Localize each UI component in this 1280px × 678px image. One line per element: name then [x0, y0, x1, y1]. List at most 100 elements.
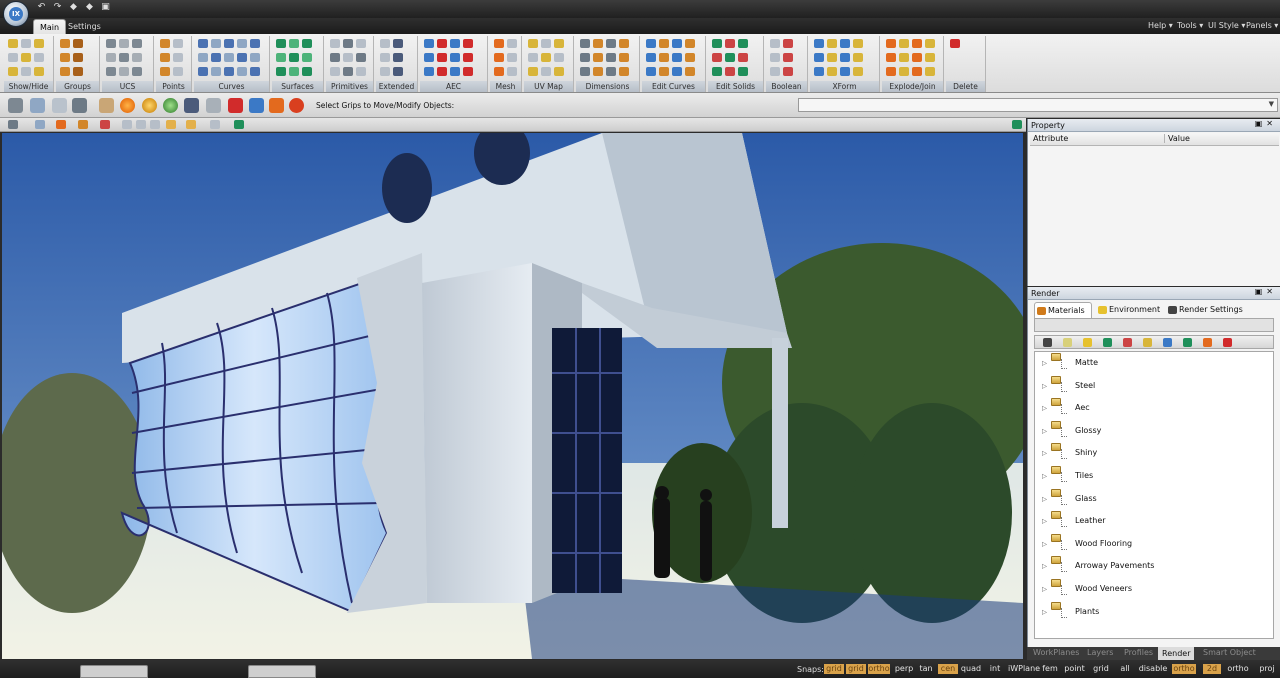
ribbon-tool-icon[interactable]	[356, 67, 366, 76]
viewport-tool-icon[interactable]	[186, 120, 196, 129]
ribbon-tool-icon[interactable]	[507, 53, 517, 62]
snap-toggle-proj[interactable]: proj	[1258, 664, 1276, 674]
panels-menu[interactable]: Panels ▾	[1246, 21, 1278, 30]
material-tool-icon[interactable]	[1223, 338, 1232, 347]
ribbon-tool-icon[interactable]	[132, 53, 142, 62]
ribbon-tool-icon[interactable]	[73, 67, 83, 76]
snap-toggle-grid[interactable]: grid	[824, 664, 844, 674]
app-menu-button[interactable]: IX	[3, 1, 29, 27]
ribbon-tool-icon[interactable]	[925, 39, 935, 48]
material-tool-icon[interactable]	[1083, 338, 1092, 347]
ribbon-tool-icon[interactable]	[173, 53, 183, 62]
ribbon-tool-icon[interactable]	[160, 67, 170, 76]
expand-icon[interactable]: ▷	[1042, 585, 1047, 593]
ribbon-tool-icon[interactable]	[224, 39, 234, 48]
material-folder-item[interactable]: ▷ Plants	[1035, 601, 1273, 621]
material-folder-item[interactable]: ▷ Aec	[1035, 398, 1273, 417]
ribbon-tool-icon[interactable]	[659, 67, 669, 76]
ribbon-tool-icon[interactable]	[886, 53, 896, 62]
ribbon-tool-icon[interactable]	[712, 67, 722, 76]
ribbon-tool-icon[interactable]	[659, 39, 669, 48]
material-tool-icon[interactable]	[1123, 338, 1132, 347]
ribbon-tool-icon[interactable]	[237, 67, 247, 76]
ui-style-menu[interactable]: UI Style ▾	[1208, 21, 1245, 30]
ribbon-tool-icon[interactable]	[463, 39, 473, 48]
material-folder-item[interactable]: ▷ Wood Veneers	[1035, 579, 1273, 598]
expand-icon[interactable]: ▷	[1042, 359, 1047, 367]
ribbon-tool-icon[interactable]	[886, 67, 896, 76]
magnet-icon[interactable]	[289, 98, 304, 113]
ribbon-tool-icon[interactable]	[8, 53, 18, 62]
ribbon-tool-icon[interactable]	[541, 39, 551, 48]
ribbon-tool-icon[interactable]	[132, 39, 142, 48]
ribbon-tool-icon[interactable]	[853, 67, 863, 76]
ribbon-tool-icon[interactable]	[424, 53, 434, 62]
ribbon-tool-icon[interactable]	[73, 53, 83, 62]
ribbon-tool-icon[interactable]	[541, 67, 551, 76]
ribbon-tool-icon[interactable]	[659, 53, 669, 62]
ribbon-tool-icon[interactable]	[886, 39, 896, 48]
ribbon-tool-icon[interactable]	[463, 67, 473, 76]
ribbon-tool-icon[interactable]	[356, 53, 366, 62]
bucket-icon[interactable]	[228, 98, 243, 113]
ribbon-tool-icon[interactable]	[60, 53, 70, 62]
expand-icon[interactable]: ▷	[1042, 608, 1047, 616]
ribbon-tool-icon[interactable]	[925, 67, 935, 76]
material-tool-icon[interactable]	[1203, 338, 1212, 347]
ribbon-tool-icon[interactable]	[437, 53, 447, 62]
grips-icon[interactable]	[72, 98, 87, 113]
ribbon-tool-icon[interactable]	[827, 39, 837, 48]
ribbon-tool-icon[interactable]	[827, 53, 837, 62]
ribbon-tool-icon[interactable]	[912, 39, 922, 48]
tab-render-settings[interactable]: Render Settings	[1166, 302, 1256, 318]
material-folder-item[interactable]: ▷ Glossy	[1035, 420, 1273, 440]
ribbon-tool-icon[interactable]	[738, 39, 748, 48]
expand-icon[interactable]: ▷	[1042, 472, 1047, 480]
ribbon-tool-icon[interactable]	[580, 67, 590, 76]
ribbon-tool-icon[interactable]	[21, 39, 31, 48]
snap-toggle-int[interactable]: int	[985, 664, 1005, 674]
snap-toggle-ortho[interactable]: ortho	[1172, 664, 1196, 674]
ribbon-tool-icon[interactable]	[173, 39, 183, 48]
ribbon-tool-icon[interactable]	[950, 39, 960, 48]
viewport-tab[interactable]	[248, 665, 316, 678]
ribbon-tool-icon[interactable]	[450, 53, 460, 62]
ribbon-tool-icon[interactable]	[211, 39, 221, 48]
material-folder-item[interactable]: ▷ Arroway Pavements	[1035, 556, 1273, 575]
redo-icon[interactable]: ↷	[52, 2, 63, 12]
ribbon-tool-icon[interactable]	[250, 53, 260, 62]
ribbon-tool-icon[interactable]	[237, 53, 247, 62]
chevron-down-icon[interactable]: ▼	[1269, 100, 1274, 108]
tab-smart-object[interactable]: Smart Object	[1203, 648, 1256, 657]
ribbon-tool-icon[interactable]	[770, 39, 780, 48]
snap-toggle-point[interactable]: point	[1062, 664, 1087, 674]
ribbon-tool-icon[interactable]	[827, 67, 837, 76]
snap-toggle-cen[interactable]: cen	[938, 664, 958, 674]
ribbon-tool-icon[interactable]	[276, 39, 286, 48]
ribbon-tool-icon[interactable]	[437, 67, 447, 76]
ribbon-tool-icon[interactable]	[450, 67, 460, 76]
ribbon-tool-icon[interactable]	[528, 67, 538, 76]
ribbon-tool-icon[interactable]	[393, 67, 403, 76]
ribbon-tool-icon[interactable]	[770, 53, 780, 62]
ribbon-tool-icon[interactable]	[738, 53, 748, 62]
ribbon-tool-icon[interactable]	[119, 39, 129, 48]
material-folder-item[interactable]: ▷ Leather	[1035, 511, 1273, 530]
ribbon-tool-icon[interactable]	[60, 39, 70, 48]
window-select-icon[interactable]	[30, 98, 45, 113]
ribbon-tool-icon[interactable]	[160, 39, 170, 48]
3d-viewport[interactable]	[2, 133, 1023, 659]
tab-settings[interactable]: Settings	[62, 19, 107, 34]
open-icon[interactable]: ◆	[84, 2, 95, 12]
ribbon-tool-icon[interactable]	[211, 53, 221, 62]
ribbon-tool-icon[interactable]	[685, 53, 695, 62]
lasso-icon[interactable]	[52, 98, 67, 113]
viewport-tab[interactable]	[80, 665, 148, 678]
snap-toggle-disable[interactable]: disable	[1138, 664, 1168, 674]
ribbon-tool-icon[interactable]	[198, 53, 208, 62]
ribbon-tool-icon[interactable]	[330, 67, 340, 76]
ribbon-tool-icon[interactable]	[814, 39, 824, 48]
ribbon-tool-icon[interactable]	[160, 53, 170, 62]
material-folder-item[interactable]: ▷ Shiny	[1035, 443, 1273, 462]
ribbon-tool-icon[interactable]	[507, 67, 517, 76]
